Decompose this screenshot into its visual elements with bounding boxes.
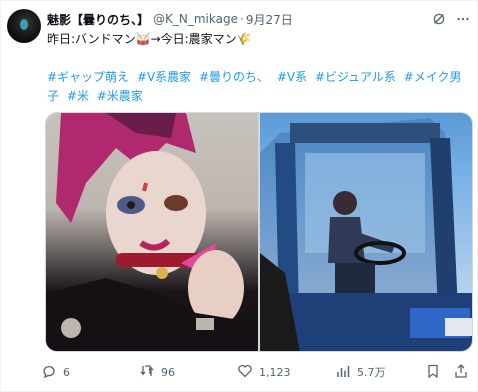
photo-makeup-portrait[interactable] — [46, 113, 258, 351]
retweet-icon — [139, 363, 155, 382]
user-handle[interactable]: @K_N_mikage — [153, 12, 238, 26]
retweet-count: 96 — [161, 365, 175, 379]
tweet-card[interactable]: 魅影【曇りのち、】 @K_N_mikage · 9月27日 昨日:バンドマン🥁→… — [0, 0, 478, 392]
more-icon[interactable] — [453, 9, 473, 29]
share-button[interactable] — [453, 361, 469, 383]
action-bar: 6 96 1,123 5.7万 — [1, 361, 478, 383]
tweet-text: 昨日:バンドマン🥁→今日:農家マン🌾 — [47, 32, 252, 46]
hashtag-link[interactable]: #米農家 — [97, 89, 143, 103]
like-button[interactable]: 1,123 — [237, 361, 291, 383]
like-count: 1,123 — [259, 365, 291, 379]
photo-tractor[interactable] — [260, 113, 472, 351]
bookmark-icon — [425, 363, 441, 382]
share-icon — [453, 363, 469, 382]
post-date[interactable]: 9月27日 — [246, 11, 293, 28]
separator-dot: · — [239, 12, 244, 26]
hashtag-link[interactable]: #米 — [67, 89, 89, 103]
hashtag-list: #ギャップ萌え #V系農家 #曇りのち、 #V系 #ビジュアル系 #メイク男子 … — [47, 68, 467, 106]
grok-icon[interactable] — [429, 9, 449, 29]
like-icon — [237, 363, 253, 382]
hashtag-link[interactable]: #ビジュアル系 — [315, 70, 396, 84]
media-grid — [45, 112, 473, 352]
bookmark-button[interactable] — [425, 361, 441, 383]
views-button[interactable]: 5.7万 — [335, 361, 386, 383]
hashtag-link[interactable]: #V系農家 — [137, 70, 191, 84]
views-count: 5.7万 — [357, 366, 386, 379]
avatar[interactable] — [7, 9, 41, 43]
hashtag-link[interactable]: #V系 — [277, 70, 307, 84]
hashtag-link[interactable]: #曇りのち、 — [199, 70, 269, 84]
hashtag-link[interactable]: #ギャップ萌え — [47, 70, 129, 84]
views-icon — [335, 363, 351, 382]
tweet-header: 魅影【曇りのち、】 @K_N_mikage · 9月27日 — [47, 11, 293, 27]
reply-count: 6 — [63, 365, 70, 379]
retweet-button[interactable]: 96 — [139, 361, 175, 383]
reply-icon — [41, 363, 57, 382]
reply-button[interactable]: 6 — [41, 361, 70, 383]
display-name[interactable]: 魅影【曇りのち、】 — [47, 11, 149, 28]
